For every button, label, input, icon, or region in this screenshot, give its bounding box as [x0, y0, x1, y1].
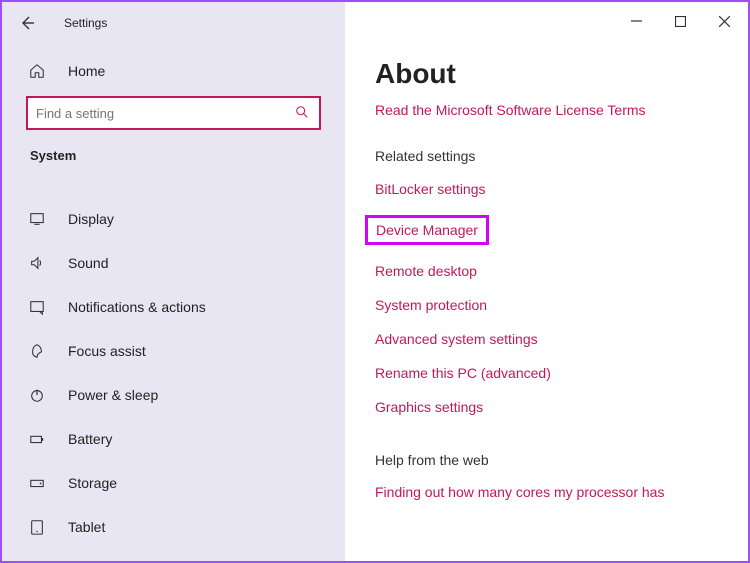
close-button[interactable]	[702, 6, 746, 36]
window-controls	[345, 2, 748, 44]
content-pane: About Read the Microsoft Software Licens…	[345, 2, 748, 561]
search-box[interactable]	[26, 96, 321, 130]
license-terms-link[interactable]: Read the Microsoft Software License Term…	[345, 102, 748, 148]
arrow-left-icon	[19, 15, 35, 31]
storage-icon	[28, 474, 46, 492]
maximize-button[interactable]	[658, 6, 702, 36]
home-label: Home	[68, 63, 105, 79]
nav-item-power[interactable]: Power & sleep	[2, 373, 345, 417]
home-icon	[28, 62, 46, 80]
help-section: Help from the web Finding out how many c…	[345, 452, 748, 508]
nav-item-focus-assist[interactable]: Focus assist	[2, 329, 345, 373]
nav-item-notifications[interactable]: Notifications & actions	[2, 285, 345, 329]
notifications-icon	[28, 298, 46, 316]
maximize-icon	[675, 16, 686, 27]
nav-label: Power & sleep	[68, 387, 158, 403]
sound-icon	[28, 254, 46, 272]
minimize-button[interactable]	[614, 6, 658, 36]
close-icon	[719, 16, 730, 27]
nav-label: Battery	[68, 431, 112, 447]
nav-item-sound[interactable]: Sound	[2, 241, 345, 285]
battery-icon	[28, 430, 46, 448]
tablet-icon	[28, 518, 46, 536]
nav-item-battery[interactable]: Battery	[2, 417, 345, 461]
link-remote-desktop[interactable]: Remote desktop	[375, 254, 718, 288]
link-system-protection[interactable]: System protection	[375, 288, 718, 322]
help-label: Help from the web	[345, 452, 748, 476]
nav-item-storage[interactable]: Storage	[2, 461, 345, 505]
display-icon	[28, 210, 46, 228]
related-settings-list: BitLocker settings Device Manager Remote…	[345, 172, 748, 424]
nav-label: Focus assist	[68, 343, 146, 359]
nav-label: Storage	[68, 475, 117, 491]
nav-label: Tablet	[68, 519, 105, 535]
focus-assist-icon	[28, 342, 46, 360]
nav-item-display[interactable]: Display	[2, 197, 345, 241]
nav-list: Display Sound Notifications & actions Fo…	[2, 197, 345, 549]
link-device-manager[interactable]: Device Manager	[375, 206, 718, 254]
titlebar: Settings	[2, 2, 345, 44]
search-input[interactable]	[36, 106, 295, 121]
link-bitlocker[interactable]: BitLocker settings	[375, 172, 718, 206]
page-title: About	[345, 44, 748, 102]
titlebar-label: Settings	[64, 16, 107, 30]
related-settings-label: Related settings	[345, 148, 748, 172]
nav-label: Notifications & actions	[68, 299, 206, 315]
link-advanced-system[interactable]: Advanced system settings	[375, 322, 718, 356]
nav-label: Sound	[68, 255, 108, 271]
nav-item-tablet[interactable]: Tablet	[2, 505, 345, 549]
nav-label: Display	[68, 211, 114, 227]
sidebar: Settings Home System Display Sound Notif…	[2, 2, 345, 561]
search-icon	[295, 105, 311, 121]
minimize-icon	[631, 16, 642, 27]
link-rename-pc[interactable]: Rename this PC (advanced)	[375, 356, 718, 390]
power-icon	[28, 386, 46, 404]
device-manager-highlight[interactable]: Device Manager	[365, 215, 489, 245]
back-button[interactable]	[16, 12, 38, 34]
home-nav-item[interactable]: Home	[2, 54, 345, 90]
help-link-cores[interactable]: Finding out how many cores my processor …	[345, 476, 748, 508]
category-label: System	[2, 148, 345, 173]
link-graphics[interactable]: Graphics settings	[375, 390, 718, 424]
